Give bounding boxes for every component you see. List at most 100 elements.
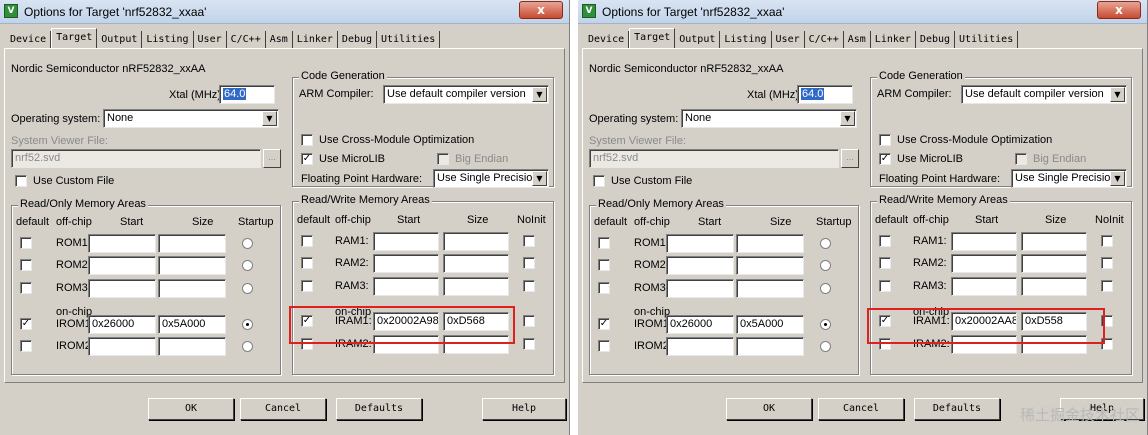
- memory-start-input[interactable]: [88, 234, 156, 253]
- tab-target[interactable]: Target: [51, 28, 98, 48]
- chevron-down-icon[interactable]: ▼: [1110, 171, 1125, 186]
- fpu-select[interactable]: Use Single Precision ▼: [1011, 169, 1127, 188]
- memory-start-input[interactable]: [666, 234, 734, 253]
- memory-start-input[interactable]: [666, 279, 734, 298]
- tab-utilities[interactable]: Utilities: [955, 31, 1019, 49]
- close-button[interactable]: x: [519, 1, 563, 19]
- memory-start-input[interactable]: [951, 277, 1017, 296]
- startup-radio[interactable]: [820, 238, 831, 249]
- startup-radio[interactable]: [242, 238, 253, 249]
- help-button[interactable]: Help: [482, 398, 566, 420]
- title-bar[interactable]: V Options for Target 'nrf52832_xxaa' x: [0, 0, 569, 24]
- os-select[interactable]: None ▼: [103, 109, 279, 128]
- tab-debug[interactable]: Debug: [916, 31, 956, 49]
- startup-radio[interactable]: [820, 260, 831, 271]
- chevron-down-icon[interactable]: ▼: [532, 87, 547, 102]
- tab-target[interactable]: Target: [629, 28, 676, 48]
- browse-button[interactable]: ...: [841, 149, 859, 168]
- xtal-input[interactable]: 64.0: [219, 85, 275, 104]
- tab-linker[interactable]: Linker: [871, 31, 916, 49]
- tab-asm[interactable]: Asm: [844, 31, 871, 49]
- memory-start-input[interactable]: [951, 232, 1017, 251]
- microlib-checkbox[interactable]: ✓: [301, 153, 313, 165]
- svf-input[interactable]: nrf52.svd: [589, 149, 839, 168]
- close-button[interactable]: x: [1097, 1, 1141, 19]
- startup-radio[interactable]: [242, 319, 253, 330]
- chevron-down-icon[interactable]: ▼: [1110, 87, 1125, 102]
- tab-output[interactable]: Output: [97, 31, 143, 49]
- memory-size-input[interactable]: [443, 277, 509, 296]
- default-checkbox[interactable]: [20, 282, 32, 294]
- fpu-select[interactable]: Use Single Precision ▼: [433, 169, 549, 188]
- memory-start-input[interactable]: [373, 232, 439, 251]
- ok-button[interactable]: OK: [148, 398, 234, 420]
- memory-start-input[interactable]: [666, 256, 734, 275]
- memory-size-input[interactable]: [443, 254, 509, 273]
- memory-size-input[interactable]: [736, 234, 804, 253]
- tab-debug[interactable]: Debug: [338, 31, 378, 49]
- startup-radio[interactable]: [242, 260, 253, 271]
- startup-radio[interactable]: [820, 319, 831, 330]
- chevron-down-icon[interactable]: ▼: [262, 111, 277, 126]
- memory-size-input[interactable]: [443, 232, 509, 251]
- memory-size-input[interactable]: [736, 256, 804, 275]
- tab-device[interactable]: Device: [6, 31, 52, 49]
- memory-size-input[interactable]: [158, 234, 226, 253]
- default-checkbox[interactable]: [598, 259, 610, 271]
- default-checkbox[interactable]: [879, 280, 891, 292]
- tab-listing[interactable]: Listing: [720, 31, 772, 49]
- memory-start-input[interactable]: [951, 254, 1017, 273]
- title-bar[interactable]: V Options for Target 'nrf52832_xxaa' x: [578, 0, 1147, 24]
- microlib-checkbox[interactable]: ✓: [879, 153, 891, 165]
- chevron-down-icon[interactable]: ▼: [532, 171, 547, 186]
- defaults-button[interactable]: Defaults: [336, 398, 422, 420]
- default-checkbox[interactable]: ✓: [20, 318, 32, 330]
- memory-start-input[interactable]: [373, 277, 439, 296]
- cross-module-checkbox[interactable]: [879, 134, 891, 146]
- browse-button[interactable]: ...: [263, 149, 281, 168]
- noinit-checkbox[interactable]: [523, 280, 535, 292]
- default-checkbox[interactable]: [301, 280, 313, 292]
- cancel-button[interactable]: Cancel: [818, 398, 904, 420]
- noinit-checkbox[interactable]: [1101, 257, 1113, 269]
- memory-size-input[interactable]: [158, 256, 226, 275]
- noinit-checkbox[interactable]: [1101, 235, 1113, 247]
- custom-file-checkbox[interactable]: [15, 175, 27, 187]
- tab-user[interactable]: User: [194, 31, 227, 49]
- noinit-checkbox[interactable]: [1101, 280, 1113, 292]
- noinit-checkbox[interactable]: [523, 338, 535, 350]
- startup-radio[interactable]: [242, 341, 253, 352]
- default-checkbox[interactable]: [20, 340, 32, 352]
- default-checkbox[interactable]: [20, 237, 32, 249]
- tab-device[interactable]: Device: [584, 31, 630, 49]
- ok-button[interactable]: OK: [726, 398, 812, 420]
- tab-linker[interactable]: Linker: [293, 31, 338, 49]
- cross-module-checkbox[interactable]: [301, 134, 313, 146]
- tab-utilities[interactable]: Utilities: [377, 31, 441, 49]
- defaults-button[interactable]: Defaults: [914, 398, 1000, 420]
- memory-start-input[interactable]: [88, 256, 156, 275]
- default-checkbox[interactable]: [879, 257, 891, 269]
- memory-size-input[interactable]: [1021, 254, 1087, 273]
- startup-radio[interactable]: [820, 341, 831, 352]
- compiler-select[interactable]: Use default compiler version ▼: [383, 85, 549, 104]
- os-select[interactable]: None ▼: [681, 109, 857, 128]
- custom-file-checkbox[interactable]: [593, 175, 605, 187]
- tab-user[interactable]: User: [772, 31, 805, 49]
- noinit-checkbox[interactable]: [523, 257, 535, 269]
- default-checkbox[interactable]: [598, 237, 610, 249]
- memory-start-input[interactable]: [666, 337, 734, 356]
- memory-start-input[interactable]: [88, 279, 156, 298]
- cancel-button[interactable]: Cancel: [240, 398, 326, 420]
- memory-size-input[interactable]: 0x5A000: [158, 315, 226, 334]
- memory-size-input[interactable]: [1021, 232, 1087, 251]
- memory-start-input[interactable]: [373, 254, 439, 273]
- memory-size-input[interactable]: 0x5A000: [736, 315, 804, 334]
- tab-output[interactable]: Output: [675, 31, 721, 49]
- default-checkbox[interactable]: ✓: [598, 318, 610, 330]
- startup-radio[interactable]: [820, 283, 831, 294]
- memory-size-input[interactable]: [736, 337, 804, 356]
- memory-start-input[interactable]: [88, 337, 156, 356]
- tab-listing[interactable]: Listing: [142, 31, 194, 49]
- default-checkbox[interactable]: [879, 235, 891, 247]
